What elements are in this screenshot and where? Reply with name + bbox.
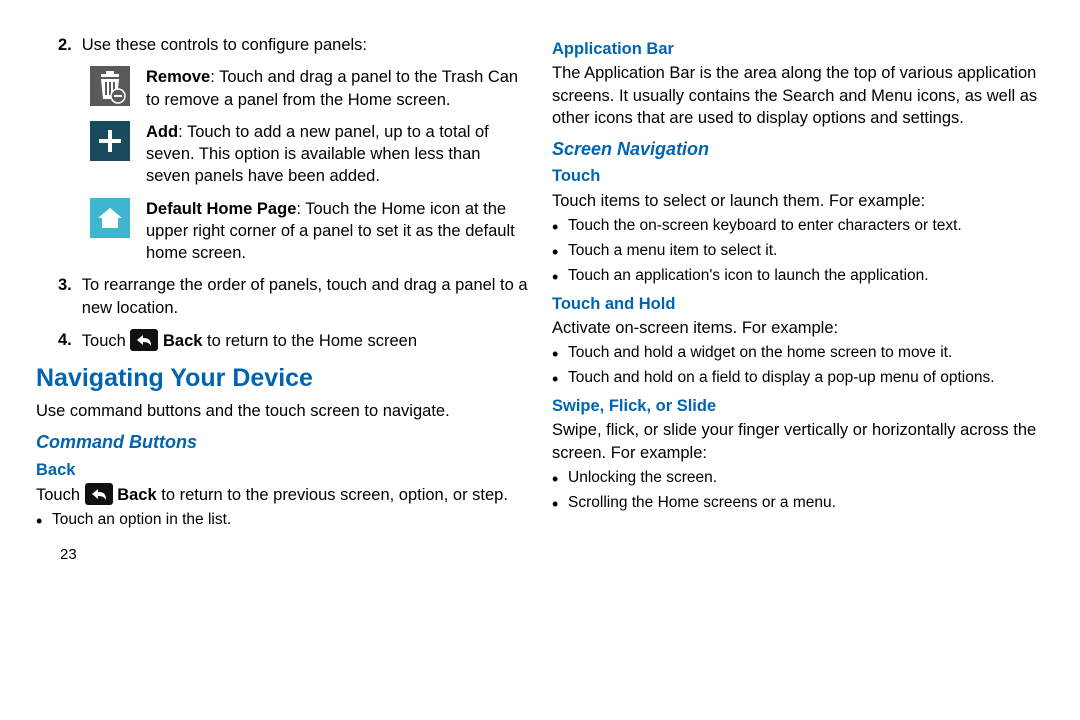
rest-text: to return to the Home screen (202, 332, 417, 350)
list-item: Touch an application's icon to launch th… (552, 266, 1044, 287)
home-icon (90, 198, 132, 265)
remove-label: Remove (146, 68, 210, 86)
list-item: Unlocking the screen. (552, 468, 1044, 489)
item-number: 4. (36, 329, 72, 352)
list-item: Touch and hold a widget on the home scre… (552, 343, 1044, 364)
back-word: Back (113, 486, 157, 504)
back-paragraph: Touch Back to return to the previous scr… (36, 483, 528, 506)
control-default-home-row: Default Home Page: Touch the Home icon a… (90, 198, 528, 265)
touch-intro: Touch items to select or launch them. Fo… (552, 190, 1044, 212)
back-subheading: Back (36, 459, 528, 481)
control-remove-text: Remove: Touch and drag a panel to the Tr… (146, 66, 528, 111)
item-number: 2. (36, 34, 72, 56)
back-icon (85, 483, 113, 505)
item-text: Use these controls to configure panels: (82, 34, 528, 56)
trash-icon (90, 66, 132, 111)
touch-hold-bullets: Touch and hold a widget on the home scre… (552, 343, 1044, 389)
touch-word: Touch (82, 332, 131, 350)
touch-hold-heading: Touch and Hold (552, 293, 1044, 315)
plus-icon (90, 121, 132, 188)
list-item-4: 4. Touch Back to return to the Home scre… (36, 329, 528, 352)
left-column: 2. Use these controls to configure panel… (36, 34, 528, 710)
back-bullets: Touch an option in the list. (36, 510, 528, 531)
control-default-home-text: Default Home Page: Touch the Home icon a… (146, 198, 528, 265)
control-add-row: Add: Touch to add a new panel, up to a t… (90, 121, 528, 188)
list-item: Touch a menu item to select it. (552, 241, 1044, 262)
touch-hold-intro: Activate on-screen items. For example: (552, 317, 1044, 339)
application-bar-heading: Application Bar (552, 38, 1044, 60)
add-label: Add (146, 123, 178, 141)
navigating-heading: Navigating Your Device (36, 362, 528, 396)
list-item: Touch the on-screen keyboard to enter ch… (552, 216, 1044, 237)
back-icon (130, 329, 158, 351)
touch-bullets: Touch the on-screen keyboard to enter ch… (552, 216, 1044, 287)
swipe-heading: Swipe, Flick, or Slide (552, 395, 1044, 417)
command-buttons-heading: Command Buttons (36, 430, 528, 454)
touch-heading: Touch (552, 165, 1044, 187)
back-word: Back (158, 332, 202, 350)
list-item: Touch and hold on a field to display a p… (552, 368, 1044, 389)
add-desc: : Touch to add a new panel, up to a tota… (146, 123, 489, 186)
default-label: Default Home Page (146, 200, 296, 218)
nav-intro: Use command buttons and the touch screen… (36, 400, 528, 422)
right-column: Application Bar The Application Bar is t… (552, 34, 1044, 710)
list-item: Scrolling the Home screens or a menu. (552, 493, 1044, 514)
control-remove-row: Remove: Touch and drag a panel to the Tr… (90, 66, 528, 111)
rest-text: to return to the previous screen, option… (157, 486, 508, 504)
item-text: Touch Back to return to the Home screen (82, 329, 528, 352)
screen-navigation-heading: Screen Navigation (552, 137, 1044, 161)
application-bar-text: The Application Bar is the area along th… (552, 62, 1044, 129)
item-text: To rearrange the order of panels, touch … (82, 274, 528, 319)
swipe-intro: Swipe, flick, or slide your finger verti… (552, 419, 1044, 464)
control-add-text: Add: Touch to add a new panel, up to a t… (146, 121, 528, 188)
list-item-2: 2. Use these controls to configure panel… (36, 34, 528, 56)
touch-word: Touch (36, 486, 85, 504)
list-item: Touch an option in the list. (36, 510, 528, 531)
list-item-3: 3. To rearrange the order of panels, tou… (36, 274, 528, 319)
item-number: 3. (36, 274, 72, 319)
swipe-bullets: Unlocking the screen. Scrolling the Home… (552, 468, 1044, 514)
page-number: 23 (36, 545, 528, 565)
